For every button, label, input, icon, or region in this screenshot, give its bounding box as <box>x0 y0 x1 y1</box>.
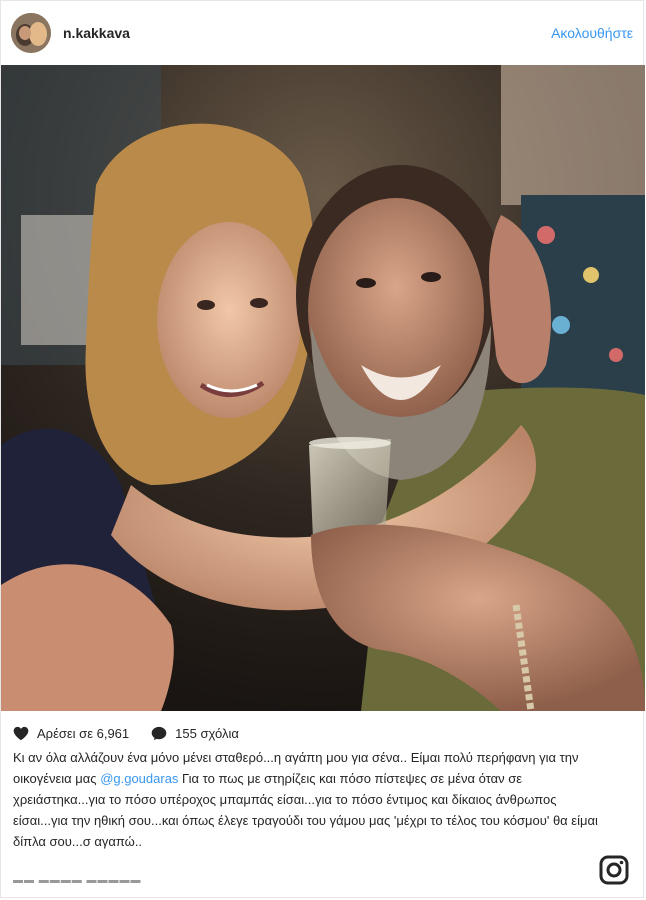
username[interactable]: n.kakkava <box>63 25 130 41</box>
avatar[interactable] <box>11 13 51 53</box>
post-actions: Αρέσει σε 6,961 155 σχόλια <box>13 721 631 745</box>
likes-count: Αρέσει σε 6,961 <box>37 725 130 741</box>
likes[interactable]: Αρέσει σε 6,961 <box>13 726 129 741</box>
comments[interactable]: 155 σχόλια <box>151 726 239 741</box>
post-caption: Κι αν όλα αλλάζουν ένα μόνο μένει σταθερ… <box>13 747 611 852</box>
comments-count: 155 σχόλια <box>175 725 239 741</box>
mention-link[interactable]: @g.goudaras <box>100 771 178 786</box>
post-header: n.kakkava Ακολουθήστε <box>1 1 643 65</box>
follow-button[interactable]: Ακολουθήστε <box>551 25 633 41</box>
instagram-post: n.kakkava Ακολουθήστε Αρέσει σε 6,961 15… <box>0 0 645 898</box>
speech-bubble-icon[interactable] <box>151 726 167 741</box>
couple-photo <box>1 65 645 711</box>
post-photo[interactable] <box>1 65 645 711</box>
timestamp: ▬▬ ▬▬▬▬ ▬▬▬▬▬ <box>13 875 142 885</box>
instagram-logo-icon[interactable] <box>599 855 629 885</box>
avatar-image <box>11 13 51 53</box>
heart-icon[interactable] <box>13 726 29 741</box>
